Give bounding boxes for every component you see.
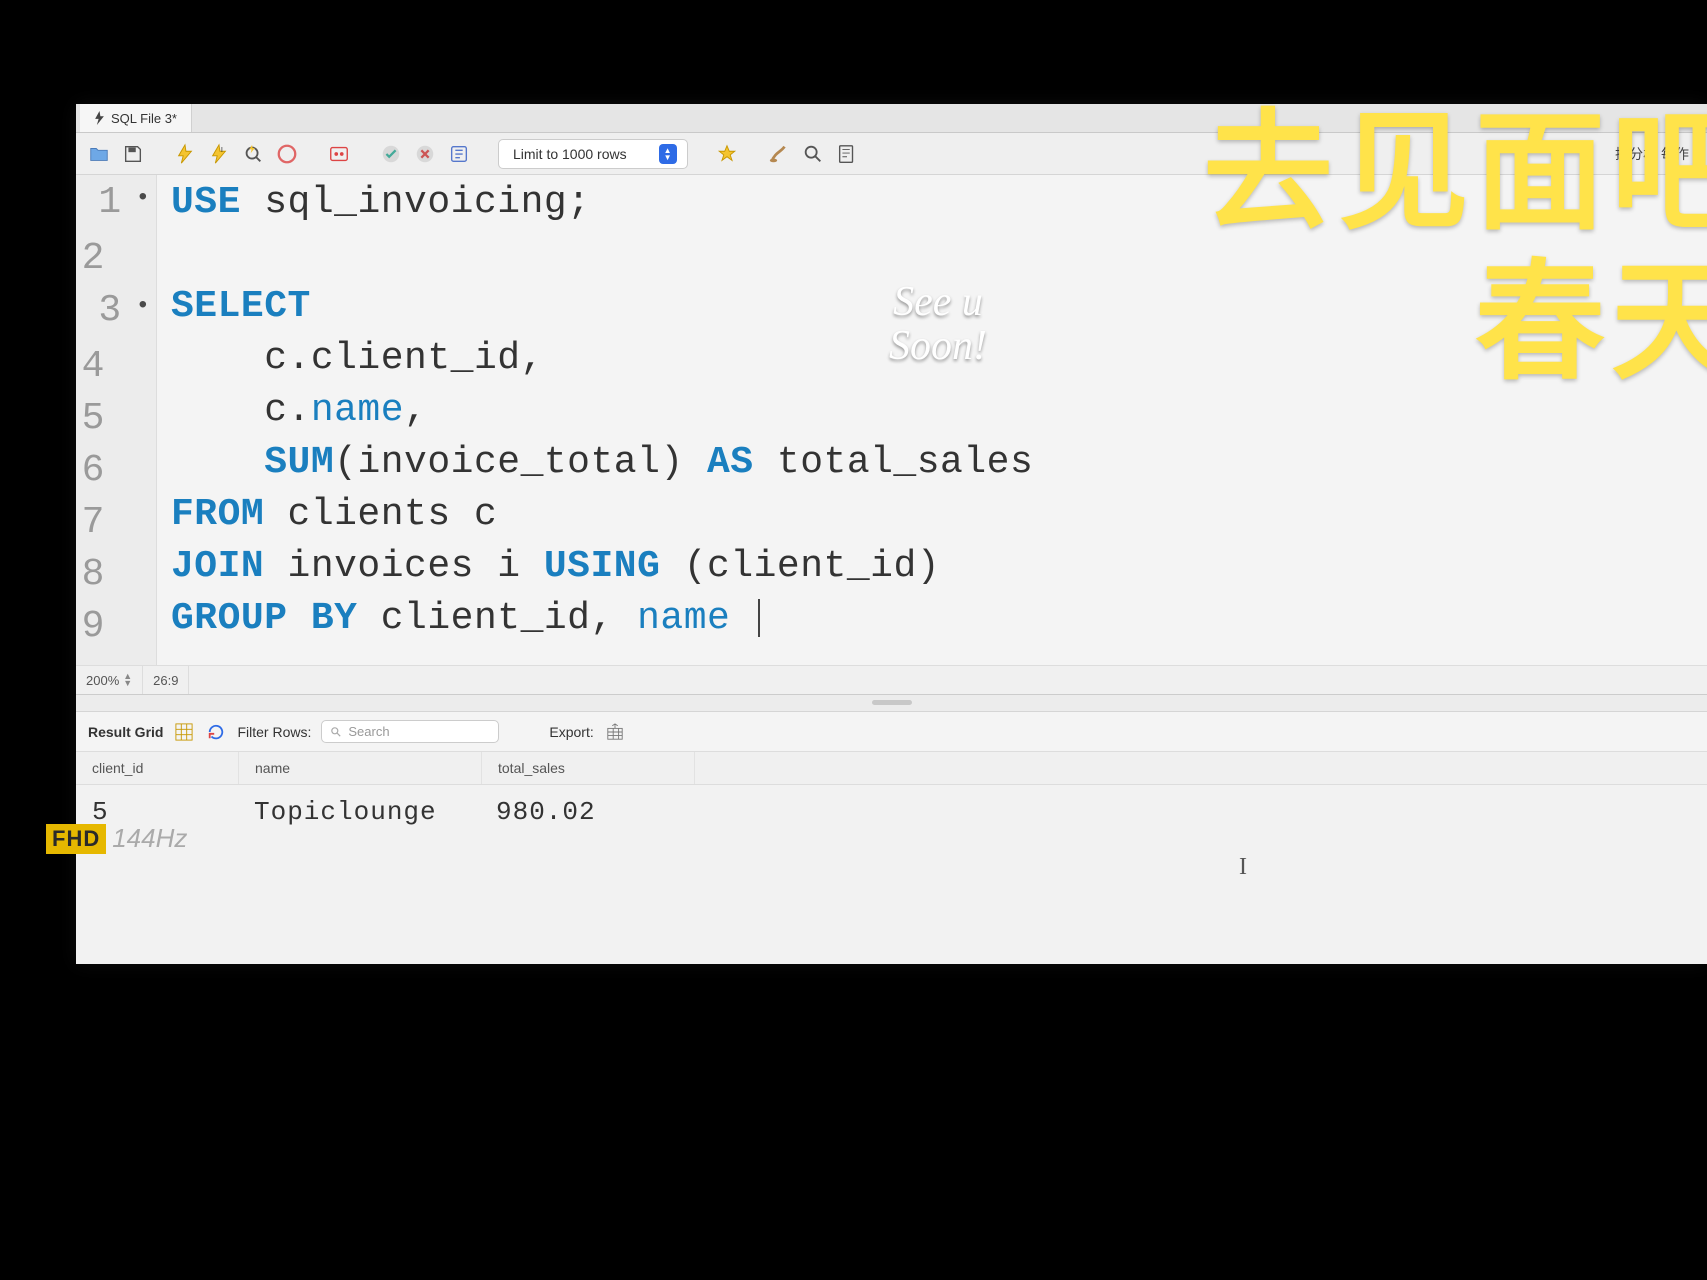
result-columns: client_id name total_sales [76,752,1707,785]
result-toolbar: Result Grid Filter Rows: Search Export: [76,712,1707,752]
filter-rows-label: Filter Rows: [237,724,311,740]
rollback-button[interactable] [412,141,438,167]
sql-editor[interactable]: 1 • 2 3 • 4 5 6 7 8 9 10 USE sql_invoici… [76,175,1707,665]
cell-total-sales: 980.02 [480,785,692,831]
text-cursor-icon [758,599,760,637]
lightning-icon [94,111,105,125]
line-gutter: 1 • 2 3 • 4 5 6 7 8 9 10 [76,175,157,665]
grip-icon [872,700,912,705]
code-area[interactable]: USE sql_invoicing; SELECT c.client_id, c… [157,175,1033,665]
explain-button[interactable] [240,141,266,167]
execute-current-button[interactable]: I [206,141,232,167]
row-limit-label: Limit to 1000 rows [513,146,627,162]
row-limit-dropdown[interactable]: Limit to 1000 rows ▲▼ [498,139,688,169]
toggle-limit-button[interactable] [446,141,472,167]
ibeam-cursor-icon: I [1239,854,1247,881]
fhd-label: FHD [46,824,106,854]
stepper-icon: ▲▼ [123,673,132,687]
editor-status-bar: 200% ▲▼ 26:9 [76,665,1707,695]
refresh-button[interactable] [205,721,227,743]
zoom-level[interactable]: 200% ▲▼ [76,666,143,694]
photo-frame: SQL File 3* I [0,0,1707,1280]
favorite-button[interactable] [714,141,740,167]
result-row[interactable]: 5 Topiclounge 980.02 [76,785,1707,831]
svg-text:I: I [221,145,223,154]
column-header-name[interactable]: name [239,752,482,784]
find-button[interactable] [800,141,826,167]
toolbar: I Limit to 1000 row [76,133,1707,175]
export-label: Export: [549,724,593,740]
commit-button[interactable] [378,141,404,167]
tab-sql-file[interactable]: SQL File 3* [80,104,192,132]
grid-view-icon[interactable] [173,721,195,743]
export-button[interactable] [604,721,626,743]
execute-button[interactable] [172,141,198,167]
stop-button[interactable] [274,141,300,167]
sql-workbench-window: SQL File 3* I [76,104,1707,964]
beautify-button[interactable] [766,141,792,167]
refresh-rate-label: 144Hz [112,823,187,854]
filter-search-input[interactable]: Search [321,720,499,743]
open-folder-button[interactable] [86,141,112,167]
search-icon [330,726,342,738]
panel-resize-handle[interactable] [76,695,1707,712]
tab-title: SQL File 3* [111,111,177,126]
toolbar-trailing-text: 据分析 每作 [1615,144,1697,164]
toggle-autocommit-button[interactable] [326,141,352,167]
result-grid-label: Result Grid [88,724,163,740]
column-header-client-id[interactable]: client_id [76,752,239,784]
tab-bar: SQL File 3* [76,104,1707,133]
monitor-badge: FHD 144Hz [46,823,187,854]
cell-name: Topiclounge [238,785,480,831]
cursor-position: 26:9 [143,666,189,694]
stepper-icon: ▲▼ [659,144,677,164]
save-button[interactable] [120,141,146,167]
column-header-total-sales[interactable]: total_sales [482,752,695,784]
snippets-button[interactable] [834,141,860,167]
